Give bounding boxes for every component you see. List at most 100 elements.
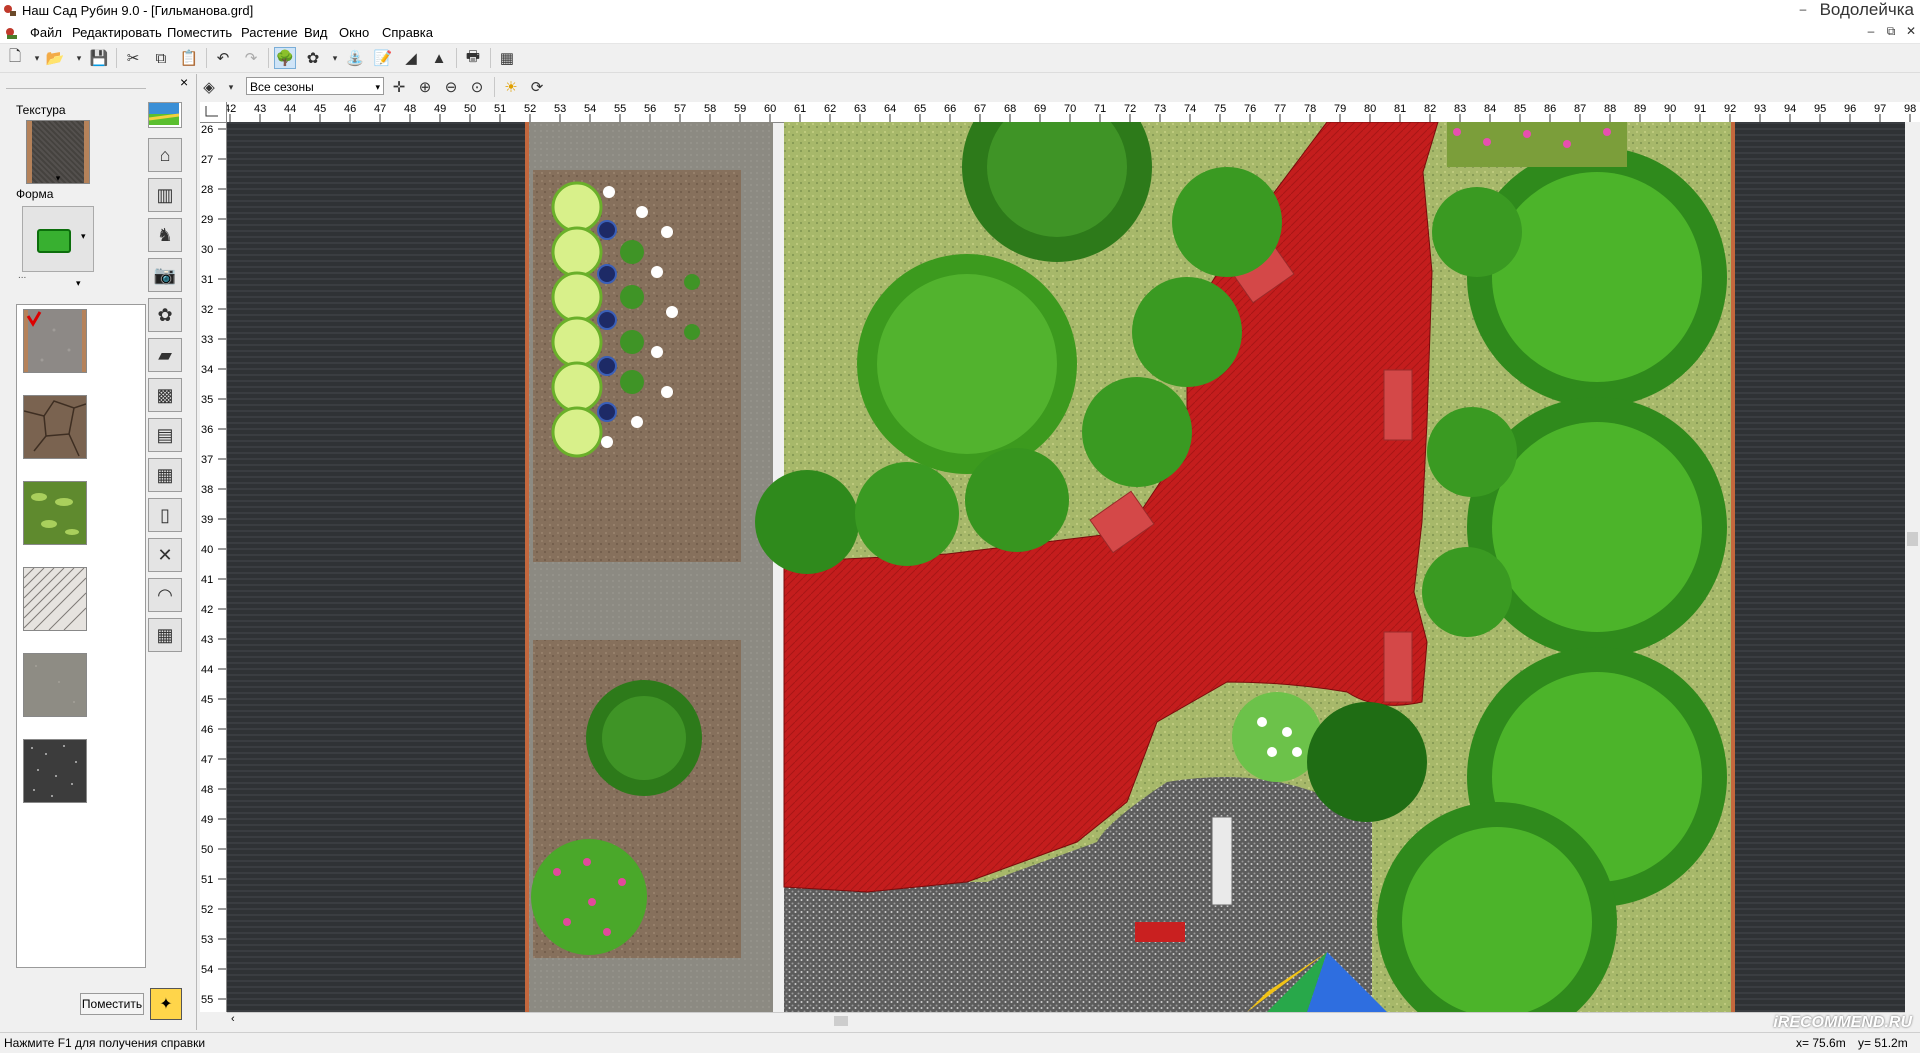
plant-dropdown-icon[interactable]: ▾ xyxy=(324,47,346,69)
vertical-scroll-thumb[interactable] xyxy=(1907,532,1918,546)
ruler-label: 87 xyxy=(1574,103,1586,115)
ruler-label: 86 xyxy=(1544,103,1556,115)
garden-canvas[interactable] xyxy=(227,122,1905,1012)
edge-left xyxy=(525,122,529,1012)
house-icon[interactable]: ⌂ xyxy=(148,138,182,172)
watering-can-icon[interactable]: ⛲ xyxy=(344,47,366,69)
conifer-dark[interactable] xyxy=(1307,702,1427,822)
texture-list[interactable] xyxy=(16,304,146,968)
vertical-scrollbar[interactable] xyxy=(1905,122,1920,1012)
undo-icon[interactable]: ↶ xyxy=(212,47,234,69)
watermark-top: Водолейчка xyxy=(1819,0,1914,19)
menu-place[interactable]: Поместить xyxy=(167,25,232,40)
ruler-vertical-ticks: 26 27 28 29 30 31 32 33 34 35 36 37 38 39 40 41 42 43 44 45… xyxy=(201,124,226,1006)
gate-icon[interactable]: ▦ xyxy=(148,458,182,492)
garden-view-icon[interactable]: 🌳 xyxy=(274,47,296,69)
camera-icon[interactable]: 📷 xyxy=(148,258,182,292)
cut-icon[interactable]: ✂ xyxy=(122,47,144,69)
calculator-icon[interactable]: ▦ xyxy=(496,47,518,69)
brick-wall-icon[interactable]: ▦ xyxy=(148,618,182,652)
menu-edit[interactable]: Редактировать xyxy=(72,25,162,40)
horizontal-scroll-thumb[interactable] xyxy=(834,1016,848,1026)
menu-plant[interactable]: Растение xyxy=(241,25,298,40)
menu-view[interactable]: Вид xyxy=(304,25,328,40)
bench[interactable] xyxy=(1211,816,1233,906)
report-icon[interactable]: 📝 xyxy=(372,47,394,69)
open-folder-icon[interactable]: 📂 xyxy=(44,47,66,69)
texture-item-granite[interactable] xyxy=(23,739,87,803)
texture-item-herringbone[interactable] xyxy=(23,567,87,631)
place-button[interactable]: Поместить xyxy=(80,993,144,1015)
ruler-label: 33 xyxy=(201,334,213,346)
panel-close-icon[interactable]: × xyxy=(180,74,188,90)
rotate-view-icon[interactable]: ⟳ xyxy=(526,76,548,98)
bridge-icon[interactable]: ◠ xyxy=(148,578,182,612)
redo-icon[interactable]: ↷ xyxy=(240,47,262,69)
ruler-label: 68 xyxy=(1004,103,1016,115)
fence-icon[interactable]: ▥ xyxy=(148,178,182,212)
wizard-icon[interactable]: ✦ xyxy=(150,988,182,1020)
grid-icon[interactable]: ▩ xyxy=(148,378,182,412)
shape-dropdown-icon[interactable]: ▾ xyxy=(81,231,86,242)
watermark-bottom: iRECOMMEND.RU xyxy=(1773,1014,1912,1031)
layers-icon[interactable]: ◈ xyxy=(198,76,220,98)
gradient-icon[interactable]: ▤ xyxy=(148,418,182,452)
ruler-label: 51 xyxy=(494,103,506,115)
minimize-button[interactable]: – xyxy=(1790,2,1816,20)
note-icon[interactable]: ▯ xyxy=(148,498,182,532)
log-icon[interactable]: ▰ xyxy=(148,338,182,372)
document-icon[interactable] xyxy=(4,26,18,40)
category-toolbar: ⌂ ▥ ♞ 📷 ✿ ▰ ▩ ▤ ▦ ▯ ✕ ◠ ▦ xyxy=(148,138,184,708)
ruler-label: 89 xyxy=(1634,103,1646,115)
ruler-corner xyxy=(200,102,227,123)
tools-icon[interactable]: ✕ xyxy=(148,538,182,572)
horizontal-scrollbar[interactable]: ‹ xyxy=(227,1012,1905,1029)
toolbar-separator xyxy=(494,77,495,97)
crosshair-tool-icon[interactable]: ✛ xyxy=(388,76,410,98)
terrain-icon[interactable]: ◢ xyxy=(400,47,422,69)
chair[interactable] xyxy=(1135,922,1185,942)
menu-window[interactable]: Окно xyxy=(339,25,369,40)
ruler-label: 53 xyxy=(201,934,213,946)
ruler-label: 42 xyxy=(201,604,213,616)
season-select[interactable]: Все сезоны ▾ xyxy=(246,77,384,95)
scroll-left-icon[interactable]: ‹ xyxy=(231,1013,235,1025)
print-icon[interactable]: 🖶 xyxy=(462,47,484,69)
tree-large-left[interactable] xyxy=(857,254,1077,474)
collapse-arrow-icon[interactable]: ▾ xyxy=(76,278,81,289)
ruler-label: 56 xyxy=(644,103,656,115)
paste-icon[interactable]: 📋 xyxy=(178,47,200,69)
zoom-out-icon[interactable]: ⊖ xyxy=(440,76,462,98)
mdi-close-button[interactable]: ✕ xyxy=(1898,24,1920,42)
texture-item-cracked-clay[interactable] xyxy=(23,395,87,459)
ruler-label: 75 xyxy=(1214,103,1226,115)
rose-bush[interactable] xyxy=(531,839,647,955)
menu-bar: Файл Редактировать Поместить Растение Ви… xyxy=(0,23,1920,44)
new-document-icon[interactable]: 🗋 xyxy=(4,47,26,69)
menu-file[interactable]: Файл xyxy=(30,25,62,40)
open-dropdown-icon[interactable]: ▾ xyxy=(68,47,90,69)
ruler-label: 39 xyxy=(201,514,213,526)
plant-icon[interactable]: ✿ xyxy=(302,47,324,69)
ruler-label: 55 xyxy=(201,994,213,1006)
ruler-label: 47 xyxy=(201,754,213,766)
zoom-fit-icon[interactable]: ⊙ xyxy=(466,76,488,98)
texture-item-gravel[interactable] xyxy=(23,309,87,373)
menu-help[interactable]: Справка xyxy=(382,25,433,40)
shape-selector[interactable]: ▾ xyxy=(22,206,94,272)
copy-icon[interactable]: ⧉ xyxy=(150,47,172,69)
texture-item-gray-stone[interactable] xyxy=(23,653,87,717)
save-icon[interactable]: 💾 xyxy=(88,47,110,69)
bench-icon[interactable]: ♞ xyxy=(148,218,182,252)
layers-dropdown-icon[interactable]: ▾ xyxy=(220,76,242,98)
sun-icon[interactable]: ☀ xyxy=(500,76,522,98)
current-texture-swatch[interactable]: ▾ xyxy=(26,120,90,184)
texture-item-green-leaves[interactable] xyxy=(23,481,87,545)
ruler-label: 35 xyxy=(201,394,213,406)
mountain-icon[interactable]: ▲ xyxy=(428,47,450,69)
ruler-horizontal: 42 43 44 45 46 47 48 49 50 51 52 53 54 55 56 57 58 59 60 61… xyxy=(200,102,1920,123)
landscape-category-icon[interactable] xyxy=(148,102,182,128)
tree-in-bottom-bed[interactable] xyxy=(586,680,702,796)
zoom-in-icon[interactable]: ⊕ xyxy=(414,76,436,98)
flower-icon[interactable]: ✿ xyxy=(148,298,182,332)
